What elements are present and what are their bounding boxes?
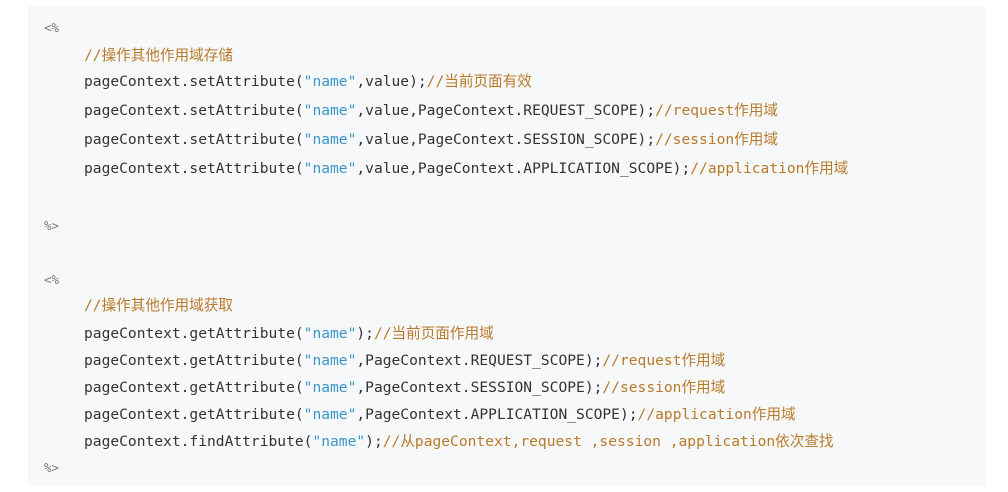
code-line: pageContext.findAttribute("name");//从pag…: [84, 433, 834, 450]
code-line: pageContext.setAttribute("name",value,Pa…: [84, 102, 778, 119]
jsp-close-tag: %>: [44, 218, 60, 233]
jsp-open-tag: <%: [44, 272, 60, 287]
code-line: pageContext.getAttribute("name");//当前页面作…: [84, 325, 494, 342]
code-line: pageContext.getAttribute("name",PageCont…: [84, 406, 796, 423]
code-line: pageContext.setAttribute("name",value);/…: [84, 73, 532, 90]
code-line: pageContext.getAttribute("name",PageCont…: [84, 379, 726, 396]
code-line: pageContext.setAttribute("name",value,Pa…: [84, 131, 778, 148]
jsp-open-tag: <%: [44, 20, 60, 35]
jsp-close-tag: %>: [44, 460, 60, 475]
code-block: <% //操作其他作用域存储 pageContext.setAttribute(…: [28, 6, 986, 486]
code-comment: //操作其他作用域获取: [84, 297, 233, 314]
code-line: pageContext.setAttribute("name",value,Pa…: [84, 160, 849, 177]
code-line: pageContext.getAttribute("name",PageCont…: [84, 352, 726, 369]
code-comment: //操作其他作用域存储: [84, 47, 233, 64]
